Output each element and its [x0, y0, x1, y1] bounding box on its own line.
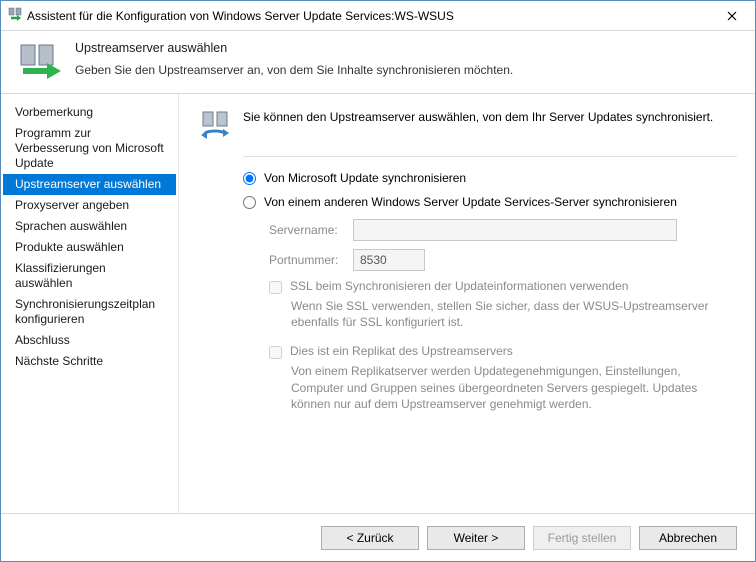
wizard-body: VorbemerkungProgramm zur Verbesserung vo… [1, 94, 755, 513]
sidebar-item[interactable]: Programm zur Verbesserung von Microsoft … [3, 123, 176, 174]
page-title: Upstreamserver auswählen [75, 41, 513, 55]
port-row: Portnummer: [269, 249, 737, 271]
sidebar-item[interactable]: Upstreamserver auswählen [3, 174, 176, 195]
upstream-subform: Servername: Portnummer: SSL beim Synchro… [269, 219, 737, 412]
wizard-sidebar: VorbemerkungProgramm zur Verbesserung vo… [1, 94, 179, 513]
radio-other-wsus-input[interactable] [243, 196, 256, 209]
ssl-checkbox-label: SSL beim Synchronisieren der Updateinfor… [290, 279, 628, 293]
replica-checkbox-row: Dies ist ein Replikat des Upstreamserver… [269, 344, 737, 359]
radio-ms-update[interactable]: Von Microsoft Update synchronisieren [243, 171, 737, 185]
close-button[interactable] [709, 1, 755, 31]
ssl-checkbox [269, 281, 282, 294]
radio-other-wsus-label: Von einem anderen Windows Server Update … [264, 195, 677, 209]
sidebar-item[interactable]: Klassifizierungen auswählen [3, 258, 176, 294]
sidebar-item[interactable]: Synchronisierungszeitplan konfigurieren [3, 294, 176, 330]
titlebar: Assistent für die Konfiguration von Wind… [1, 1, 755, 31]
back-button[interactable]: < Zurück [321, 526, 419, 550]
ssl-checkbox-row: SSL beim Synchronisieren der Updateinfor… [269, 279, 737, 294]
sidebar-item[interactable]: Proxyserver angeben [3, 195, 176, 216]
servername-row: Servername: [269, 219, 737, 241]
intro-row: Sie können den Upstreamserver auswählen,… [197, 106, 737, 142]
wizard-header: Upstreamserver auswählen Geben Sie den U… [1, 31, 755, 94]
sidebar-item[interactable]: Vorbemerkung [3, 102, 176, 123]
finish-button: Fertig stellen [533, 526, 631, 550]
window-title: Assistent für die Konfiguration von Wind… [23, 9, 709, 23]
sidebar-item[interactable]: Sprachen auswählen [3, 216, 176, 237]
next-button[interactable]: Weiter > [427, 526, 525, 550]
port-field [353, 249, 425, 271]
servername-label: Servername: [269, 223, 353, 237]
header-icon [17, 41, 65, 81]
sidebar-item[interactable]: Nächste Schritte [3, 351, 176, 372]
radio-ms-update-input[interactable] [243, 172, 256, 185]
wizard-footer: < Zurück Weiter > Fertig stellen Abbrech… [1, 513, 755, 561]
app-icon [7, 6, 23, 25]
radio-ms-update-label: Von Microsoft Update synchronisieren [264, 171, 466, 185]
replica-description: Von einem Replikatserver werden Updatege… [291, 363, 731, 412]
replica-checkbox [269, 346, 282, 359]
divider [243, 156, 737, 157]
sidebar-item[interactable]: Abschluss [3, 330, 176, 351]
ssl-description: Wenn Sie SSL verwenden, stellen Sie sich… [291, 298, 731, 330]
page-subtitle: Geben Sie den Upstreamserver an, von dem… [75, 63, 513, 77]
intro-text: Sie können den Upstreamserver auswählen,… [243, 106, 713, 124]
wizard-content: Sie können den Upstreamserver auswählen,… [179, 94, 755, 513]
cancel-button[interactable]: Abbrechen [639, 526, 737, 550]
servername-field [353, 219, 677, 241]
port-label: Portnummer: [269, 253, 353, 267]
header-text: Upstreamserver auswählen Geben Sie den U… [75, 41, 513, 77]
radio-group: Von Microsoft Update synchronisieren Von… [243, 171, 737, 209]
wizard-window: Assistent für die Konfiguration von Wind… [0, 0, 756, 562]
sidebar-item[interactable]: Produkte auswählen [3, 237, 176, 258]
replica-checkbox-label: Dies ist ein Replikat des Upstreamserver… [290, 344, 513, 358]
radio-other-wsus[interactable]: Von einem anderen Windows Server Update … [243, 195, 737, 209]
sync-icon [197, 106, 233, 142]
